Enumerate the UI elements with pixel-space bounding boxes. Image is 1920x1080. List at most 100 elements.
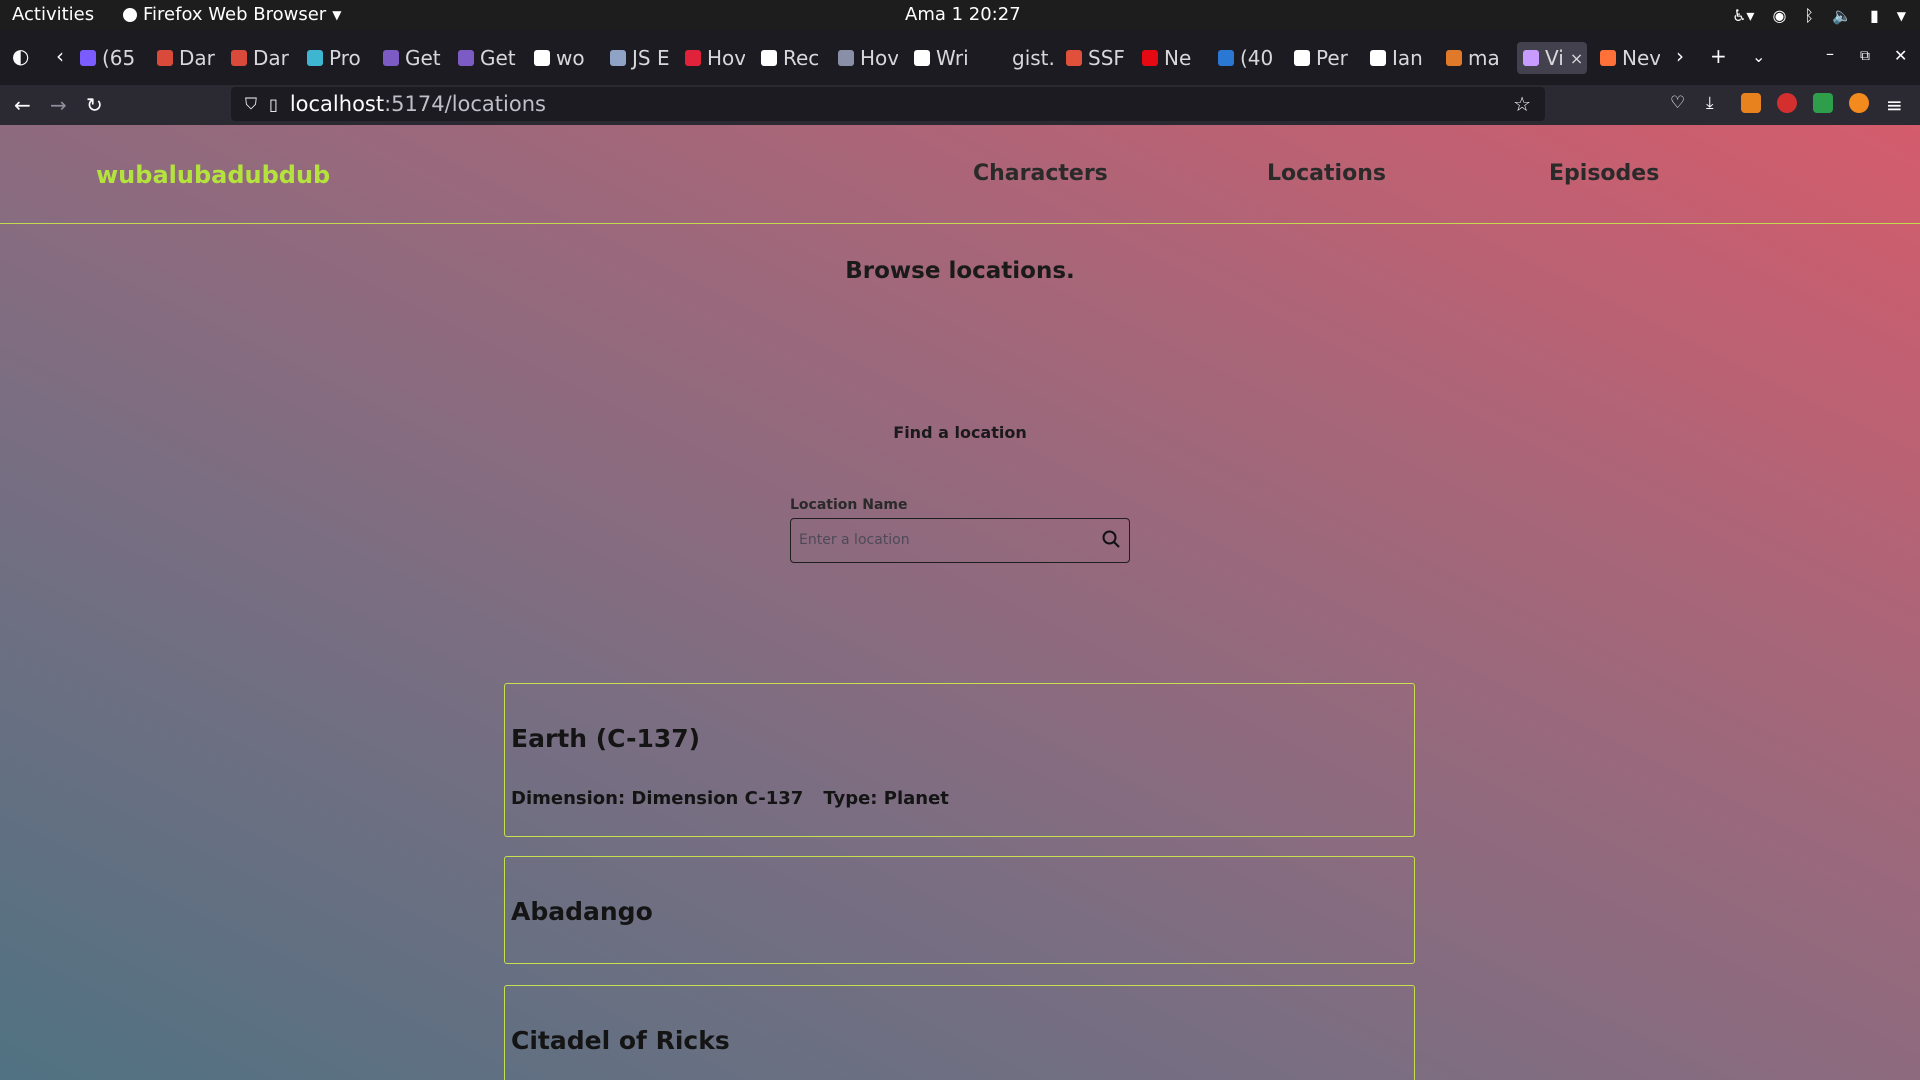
downloads-icon[interactable]: ⤓ [1706, 93, 1714, 113]
tab-label: (65 [102, 46, 136, 70]
activities-button[interactable]: Activities [12, 4, 94, 25]
location-name: Abadango [511, 897, 653, 926]
clock[interactable]: Ama 1 20:27 [905, 4, 1021, 25]
tab-label: Pro [329, 46, 361, 70]
close-tab-icon[interactable]: × [1570, 49, 1583, 68]
browser-tab[interactable]: Hov [838, 42, 898, 74]
tab-favicon-icon [990, 50, 1006, 66]
url-host: localhost [289, 92, 385, 116]
browser-tab[interactable]: Ne [1142, 42, 1202, 74]
tab-label: Hov [707, 46, 745, 70]
nav-locations[interactable]: Locations [1267, 161, 1386, 186]
tab-label: Rec [783, 46, 820, 70]
tab-label: Wri [936, 46, 969, 70]
nav-characters[interactable]: Characters [973, 161, 1108, 186]
pocket-icon[interactable]: ♡ [1670, 93, 1685, 113]
browser-tab[interactable]: Ian [1370, 42, 1430, 74]
tab-favicon-icon [1446, 50, 1462, 66]
location-name: Earth (C-137) [511, 724, 701, 753]
browser-tab[interactable]: ma [1446, 42, 1506, 74]
location-search-input[interactable] [799, 527, 1089, 553]
location-card[interactable]: Citadel of Ricks [504, 985, 1415, 1080]
tab-favicon-icon [307, 50, 323, 66]
app-menu[interactable]: Firefox Web Browser ▼ [123, 4, 341, 25]
nav-bar: ← → ↻ ⛉ ▯ localhost:5174/locations ☆ ♡ ⤓… [0, 85, 1920, 125]
site-header: wubalubadubdub Characters Locations Epis… [0, 125, 1920, 224]
location-dimension: Dimension: Dimension C-137 [511, 788, 804, 809]
tab-favicon-icon [1523, 50, 1539, 66]
tab-label: Vi [1545, 46, 1564, 70]
extension-icon-2[interactable] [1849, 93, 1869, 113]
browser-tab[interactable]: gist.g [990, 42, 1055, 74]
tab-favicon-icon [685, 50, 701, 66]
tab-favicon-icon [761, 50, 777, 66]
back-icon[interactable]: ← [14, 93, 31, 117]
new-tab-icon[interactable]: + [1710, 44, 1727, 68]
location-meta: Dimension: Dimension C-137 Type: Planet [511, 788, 949, 809]
tab-favicon-icon [1600, 50, 1616, 66]
browser-tab[interactable]: (40 [1218, 42, 1278, 74]
browser-tab[interactable]: Rec [761, 42, 821, 74]
tab-label: Dar [253, 46, 289, 70]
tab-favicon-icon [1370, 50, 1386, 66]
tab-label: Get [480, 46, 516, 70]
firefox-icon [123, 7, 137, 22]
page-icon: ▯ [269, 94, 278, 114]
bookmark-star-icon[interactable]: ☆ [1513, 92, 1531, 116]
browser-tab[interactable]: (65 [80, 42, 140, 74]
search-icon[interactable] [1101, 529, 1121, 553]
browser-tab[interactable]: JS E [610, 42, 670, 74]
location-card[interactable]: Abadango [504, 856, 1415, 964]
tab-label: SSF [1088, 46, 1125, 70]
battery-icon: ▮ [1869, 6, 1879, 25]
browser-tab[interactable]: SSF [1066, 42, 1126, 74]
shield-icon[interactable]: ⛉ [245, 94, 257, 114]
firefox-view-icon[interactable]: ◐ [12, 44, 29, 68]
tab-label: Per [1316, 46, 1348, 70]
tab-favicon-icon [157, 50, 173, 66]
tab-label: Nev [1622, 46, 1660, 70]
page-content: wubalubadubdub Characters Locations Epis… [0, 125, 1920, 1080]
browser-tab[interactable]: Per [1294, 42, 1354, 74]
hamburger-menu-icon[interactable]: ≡ [1886, 93, 1903, 117]
browser-tab[interactable]: Nev [1600, 42, 1660, 74]
browser-tab[interactable]: Dar [157, 42, 217, 74]
scroll-tabs-left-icon[interactable]: ‹ [56, 44, 64, 68]
site-logo[interactable]: wubalubadubdub [96, 161, 330, 189]
location-card[interactable]: Earth (C-137) Dimension: Dimension C-137… [504, 683, 1415, 837]
browser-tab[interactable]: Dar [231, 42, 291, 74]
forward-icon[interactable]: → [50, 93, 67, 117]
tab-label: ma [1468, 46, 1500, 70]
browser-tab[interactable]: Wri [914, 42, 974, 74]
restore-icon[interactable]: ⧉ [1860, 48, 1870, 64]
location-search-box[interactable] [790, 518, 1130, 563]
url-bar[interactable]: ⛉ ▯ localhost:5174/locations ☆ [231, 87, 1545, 121]
system-tray[interactable]: ♿▾ ◉ ᛒ 🔈 ▮ ▼ [1732, 6, 1906, 25]
browser-tab[interactable]: wo [534, 42, 594, 74]
browser-tab[interactable]: Get [458, 42, 518, 74]
tab-label: (40 [1240, 46, 1274, 70]
tab-label: Ian [1392, 46, 1423, 70]
bluetooth-icon: ᛒ [1804, 6, 1815, 25]
minimize-icon[interactable]: – [1826, 44, 1834, 63]
wifi-icon: ◉ [1772, 6, 1787, 25]
extension-icon[interactable] [1813, 93, 1833, 113]
metamask-extension-icon[interactable] [1741, 93, 1761, 113]
tab-label: Dar [179, 46, 215, 70]
url-path: :5174/locations [384, 92, 546, 116]
tab-label: JS E [632, 46, 670, 70]
browser-tab[interactable]: Vi × [1517, 42, 1587, 74]
scroll-tabs-right-icon[interactable]: › [1676, 44, 1684, 68]
reload-icon[interactable]: ↻ [86, 93, 103, 117]
list-all-tabs-icon[interactable]: ⌄ [1752, 47, 1765, 66]
browser-tab[interactable]: Hov [685, 42, 745, 74]
page-title: Browse locations. [845, 258, 1075, 284]
volume-icon: 🔈 [1832, 6, 1852, 25]
nav-episodes[interactable]: Episodes [1549, 161, 1659, 186]
tab-label: gist.g [1012, 46, 1055, 70]
adblock-extension-icon[interactable] [1777, 93, 1797, 113]
chevron-down-icon: ▼ [332, 7, 342, 22]
browser-tab[interactable]: Get [383, 42, 443, 74]
browser-tab[interactable]: Pro [307, 42, 367, 74]
close-window-icon[interactable]: ✕ [1894, 46, 1907, 65]
